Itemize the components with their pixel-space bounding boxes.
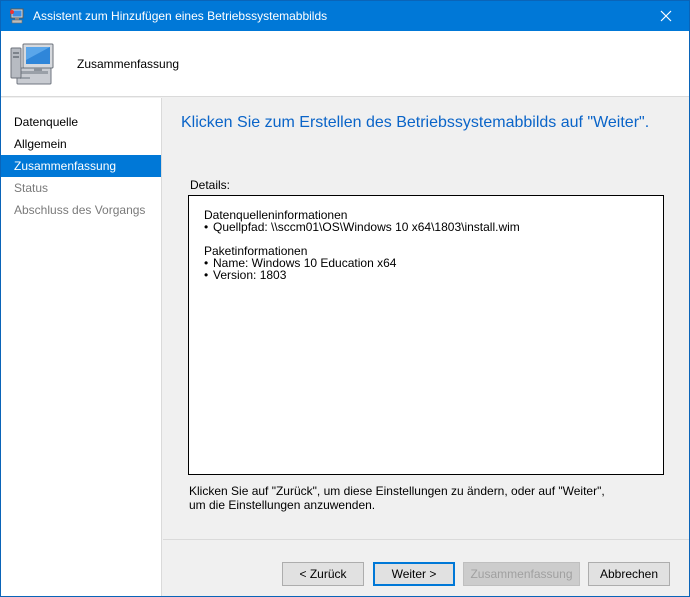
step-zusammenfassung[interactable]: Zusammenfassung xyxy=(1,155,161,177)
source-info-section: Datenquelleninformationen Quellpfad: \\s… xyxy=(204,209,663,233)
summary-button: Zusammenfassung xyxy=(463,562,580,586)
source-info-list: Quellpfad: \\sccm01\OS\Windows 10 x64\18… xyxy=(204,221,663,233)
details-textbox[interactable]: Datenquelleninformationen Quellpfad: \\s… xyxy=(188,195,664,475)
package-info-section: Paketinformationen Name: Windows 10 Educ… xyxy=(204,245,663,281)
step-allgemein[interactable]: Allgemein xyxy=(1,133,161,155)
window-title: Assistent zum Hinzufügen eines Betriebss… xyxy=(33,9,328,23)
main-panel: Klicken Sie zum Erstellen des Betriebssy… xyxy=(163,98,689,539)
source-path-item: Quellpfad: \\sccm01\OS\Windows 10 x64\18… xyxy=(204,221,663,233)
wizard-window: Assistent zum Hinzufügen eines Betriebss… xyxy=(0,0,690,597)
instruction-headline: Klicken Sie zum Erstellen des Betriebssy… xyxy=(181,114,650,131)
page-title: Zusammenfassung xyxy=(77,56,180,71)
button-bar: < Zurück Weiter > Zusammenfassung Abbrec… xyxy=(163,539,689,596)
close-icon xyxy=(660,10,672,22)
package-version-item: Version: 1803 xyxy=(204,269,663,281)
cancel-button[interactable]: Abbrechen xyxy=(588,562,670,586)
back-button[interactable]: < Zurück xyxy=(282,562,364,586)
wizard-step-list: Datenquelle Allgemein Zusammenfassung St… xyxy=(1,98,162,596)
title-bar: Assistent zum Hinzufügen eines Betriebss… xyxy=(1,1,689,31)
app-icon xyxy=(10,8,24,24)
computer-icon xyxy=(10,43,54,84)
package-info-list: Name: Windows 10 Education x64 Version: … xyxy=(204,257,663,281)
close-button[interactable] xyxy=(643,1,689,31)
next-button[interactable]: Weiter > xyxy=(373,562,455,586)
step-status: Status xyxy=(14,181,49,195)
step-abschluss: Abschluss des Vorgangs xyxy=(14,203,146,217)
wizard-header: Zusammenfassung xyxy=(1,31,689,97)
hint-text: Klicken Sie auf "Zurück", um diese Einst… xyxy=(189,484,605,512)
step-datenquelle[interactable]: Datenquelle xyxy=(1,111,161,133)
details-label: Details: xyxy=(190,178,231,192)
